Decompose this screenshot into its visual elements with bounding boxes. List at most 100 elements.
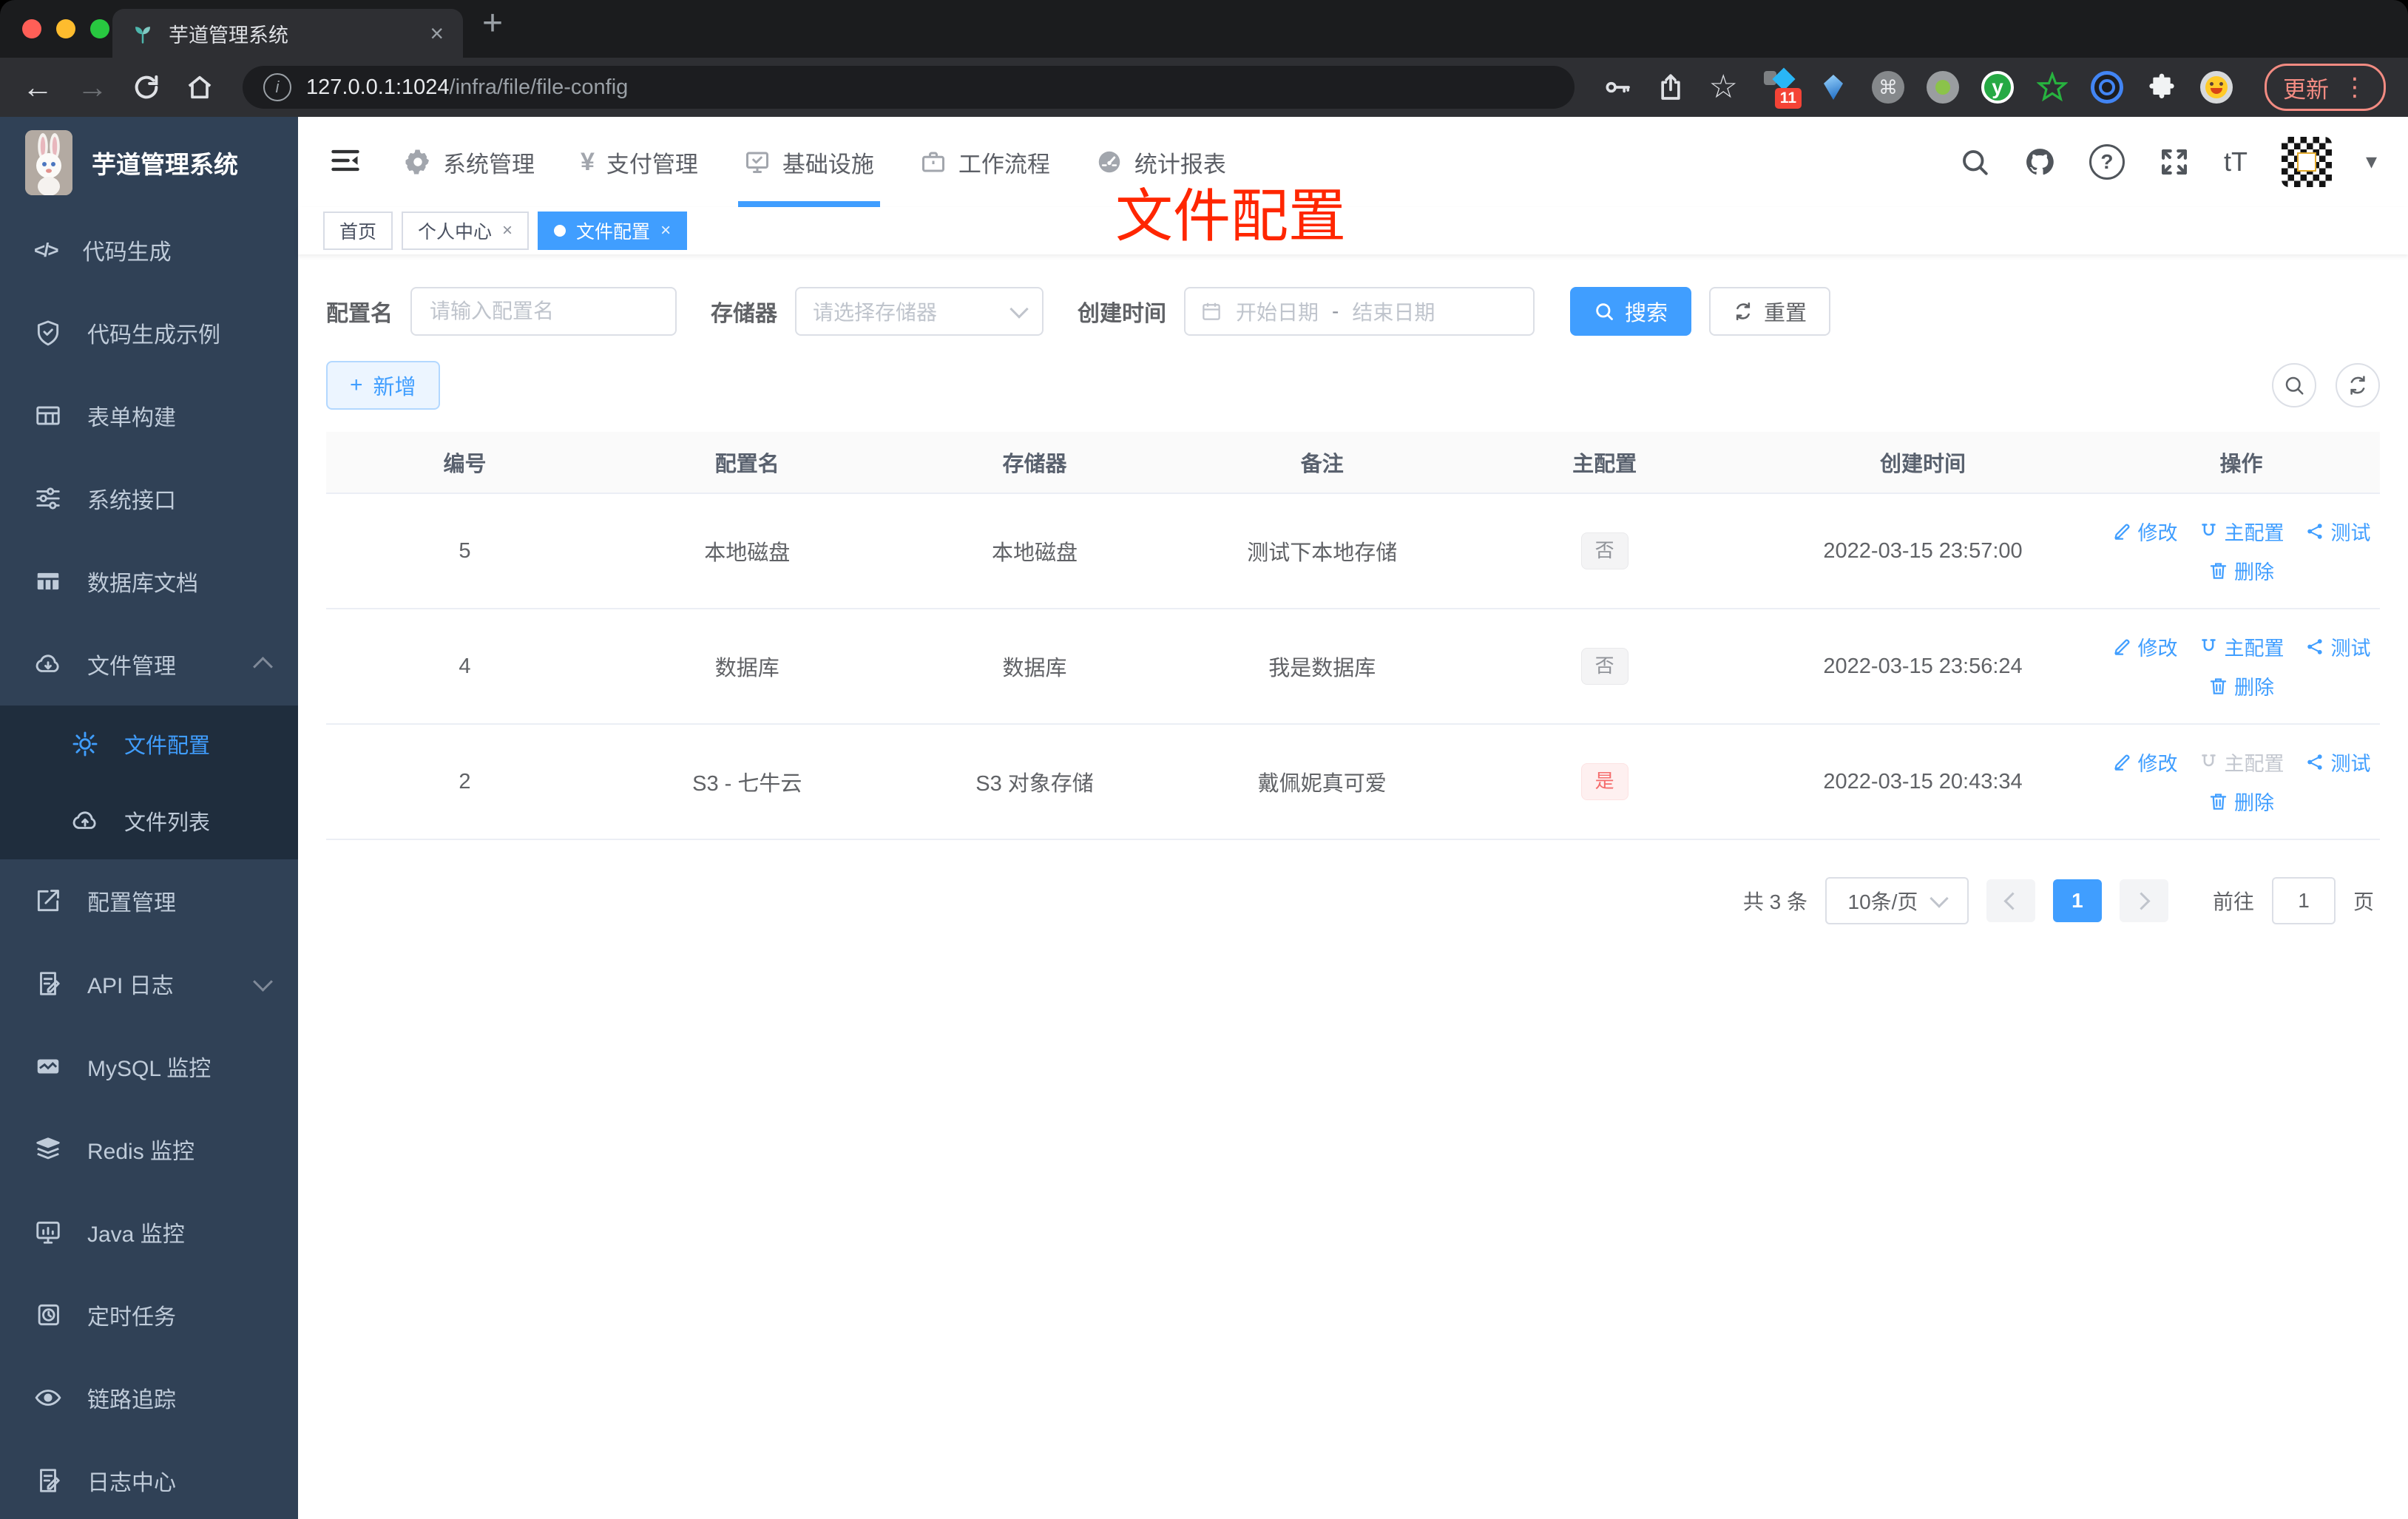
- prev-page-button[interactable]: [1986, 879, 2035, 922]
- sidebar-item-redis-monitor[interactable]: Redis 监控: [0, 1108, 298, 1191]
- extension-puzzle-icon[interactable]: [2145, 70, 2179, 104]
- chrome-update-button[interactable]: 更新: [2265, 64, 2386, 111]
- site-info-icon[interactable]: [263, 73, 291, 101]
- sidebar-logo[interactable]: 芋道管理系统: [0, 117, 298, 209]
- tag-home[interactable]: 首页: [323, 212, 393, 250]
- yen-icon: [581, 149, 595, 175]
- name-filter-input[interactable]: [410, 287, 677, 336]
- search-button[interactable]: 搜索: [1570, 287, 1692, 336]
- sidebar-item-file-config[interactable]: 文件配置: [0, 706, 298, 782]
- user-menu-caret-icon[interactable]: [2366, 151, 2377, 173]
- extension-record-icon[interactable]: [1926, 70, 1960, 104]
- topnav-label: 统计报表: [1134, 151, 1226, 177]
- topnav-payment[interactable]: 支付管理: [581, 117, 698, 207]
- delete-link[interactable]: 删除: [2208, 671, 2274, 700]
- topnav-reports[interactable]: 统计报表: [1096, 117, 1226, 207]
- sidebar-item-mysql-monitor[interactable]: MySQL 监控: [0, 1025, 298, 1108]
- sidebar-item-file-list[interactable]: 文件列表: [0, 782, 298, 859]
- topnav-infra[interactable]: 基础设施: [737, 117, 880, 207]
- delete-link[interactable]: 删除: [2208, 556, 2274, 585]
- cell-remark: 我是数据库: [1178, 609, 1467, 725]
- github-button[interactable]: [2024, 146, 2055, 177]
- sidebar-item-code-demo[interactable]: 代码生成示例: [0, 291, 298, 374]
- user-avatar-qr[interactable]: [2281, 137, 2332, 187]
- sidebar-item-api-log[interactable]: API 日志: [0, 942, 298, 1025]
- storage-filter-select[interactable]: 请选择存储器: [795, 287, 1044, 336]
- sidebar-item-java-monitor[interactable]: Java 监控: [0, 1191, 298, 1273]
- extension-tiles-icon[interactable]: 11: [1762, 67, 1802, 109]
- master-badge: 否: [1580, 648, 1629, 685]
- date-range-picker[interactable]: 开始日期 - 结束日期: [1184, 287, 1535, 336]
- sidebar-item-label: 链路追踪: [87, 1388, 176, 1413]
- master-link[interactable]: 主配置: [2199, 517, 2284, 546]
- sidebar-item-form-builder[interactable]: 表单构建: [0, 374, 298, 457]
- url-text: 127.0.0.1:1024/infra/file/file-config: [306, 75, 628, 100]
- add-button[interactable]: 新增: [326, 361, 440, 410]
- extension-target-icon[interactable]: [2090, 70, 2124, 104]
- topnav-workflow[interactable]: 工作流程: [920, 117, 1050, 207]
- sidebar-item-tracing[interactable]: 链路追踪: [0, 1356, 298, 1439]
- test-link[interactable]: 测试: [2305, 517, 2371, 546]
- tag-close-icon[interactable]: [502, 222, 513, 240]
- close-window-button[interactable]: [22, 19, 41, 38]
- reset-button-label: 重置: [1764, 302, 1807, 325]
- tag-file-config[interactable]: 文件配置: [538, 212, 688, 250]
- sidebar-item-db-doc[interactable]: 数据库文档: [0, 540, 298, 623]
- sidebar-item-code-gen[interactable]: 代码生成: [0, 209, 298, 291]
- bookmark-star-icon[interactable]: [1709, 71, 1738, 104]
- browser-profile-avatar[interactable]: [2199, 70, 2233, 104]
- tagbar: 首页 个人中心 文件配置: [298, 207, 2408, 254]
- address-bar[interactable]: 127.0.0.1:1024/infra/file/file-config: [243, 66, 1575, 109]
- font-size-button[interactable]: [2224, 149, 2248, 175]
- current-page-button[interactable]: 1: [2052, 879, 2102, 922]
- sidebar-item-scheduled-jobs[interactable]: 定时任务: [0, 1273, 298, 1356]
- share-icon: [1660, 74, 1680, 100]
- fullscreen-button[interactable]: [2159, 146, 2190, 177]
- toggle-search-button[interactable]: [2272, 363, 2316, 407]
- plus-icon: [350, 374, 363, 396]
- sidebar-item-log-center[interactable]: 日志中心: [0, 1439, 298, 1519]
- home-button[interactable]: [185, 72, 214, 102]
- tab-close-icon[interactable]: [430, 21, 444, 45]
- code-icon: [34, 240, 58, 260]
- topnav-label: 基础设施: [782, 151, 874, 177]
- edit-link[interactable]: 修改: [2112, 517, 2178, 546]
- topnav-system[interactable]: 系统管理: [405, 117, 535, 207]
- table-header-row: 编号 配置名 存储器 备注 主配置 创建时间 操作: [326, 432, 2380, 494]
- sidebar-item-config-mgmt[interactable]: 配置管理: [0, 859, 298, 942]
- reload-button[interactable]: [132, 72, 161, 102]
- browser-tab[interactable]: 芋道管理系统: [112, 9, 463, 58]
- password-key-button[interactable]: [1603, 72, 1632, 102]
- back-button[interactable]: [22, 72, 53, 103]
- edit-link[interactable]: 修改: [2112, 632, 2178, 661]
- test-link[interactable]: 测试: [2305, 748, 2371, 777]
- tag-profile[interactable]: 个人中心: [402, 212, 530, 250]
- extension-gem-icon[interactable]: [1816, 70, 1850, 104]
- reset-button[interactable]: 重置: [1709, 287, 1831, 336]
- tag-close-icon[interactable]: [660, 222, 671, 240]
- zoom-window-button[interactable]: [90, 19, 109, 38]
- minimize-window-button[interactable]: [56, 19, 75, 38]
- edit-label: 修改: [2137, 637, 2178, 660]
- header-search-button[interactable]: [1959, 146, 1990, 177]
- test-link[interactable]: 测试: [2305, 632, 2371, 661]
- page-size-select[interactable]: 10条/页: [1824, 877, 1969, 924]
- master-link[interactable]: 主配置: [2199, 632, 2284, 661]
- extension-y-icon[interactable]: y: [1981, 70, 2015, 104]
- extension-command-icon[interactable]: [1871, 70, 1905, 104]
- col-storage: 存储器: [890, 432, 1179, 494]
- forward-button[interactable]: [77, 72, 108, 103]
- sidebar-item-file-mgmt[interactable]: 文件管理: [0, 623, 298, 706]
- new-tab-button[interactable]: [482, 6, 503, 41]
- extension-star-icon[interactable]: [2035, 70, 2069, 104]
- share-button[interactable]: [1656, 72, 1685, 102]
- next-page-button[interactable]: [2119, 879, 2168, 922]
- refresh-table-button[interactable]: [2336, 363, 2380, 407]
- sidebar-item-system-api[interactable]: 系统接口: [0, 457, 298, 540]
- goto-page-input[interactable]: [2271, 877, 2336, 924]
- collapse-menu-button[interactable]: [329, 144, 362, 180]
- delete-link[interactable]: 删除: [2208, 787, 2274, 816]
- browser-menu-icon[interactable]: [2342, 75, 2367, 100]
- help-button[interactable]: [2089, 144, 2125, 180]
- edit-link[interactable]: 修改: [2112, 748, 2178, 777]
